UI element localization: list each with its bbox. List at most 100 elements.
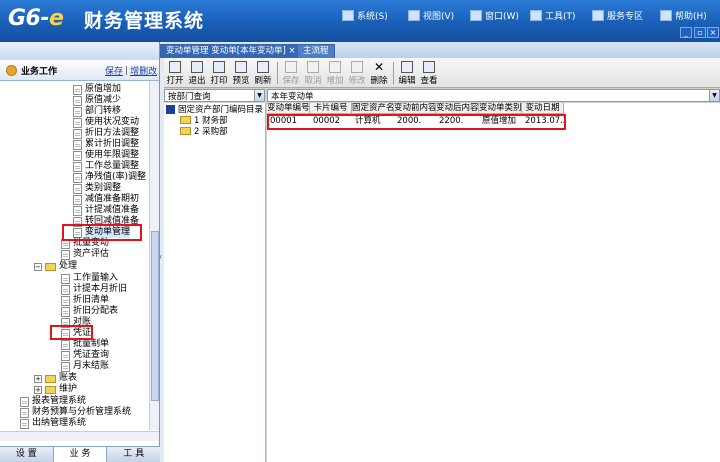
document-icon [20, 396, 29, 407]
tree-vertical-scrollbar[interactable] [149, 81, 159, 430]
workspace-header: 业务工作 保存 | 增删改 [0, 61, 159, 81]
expand-icon[interactable]: + [34, 385, 42, 394]
tree-item-report-system[interactable]: 报表管理系统 [20, 396, 86, 407]
column-header[interactable]: 变动单编号 [267, 103, 310, 114]
change-slip-table: 变动单编号 卡片编号 固定资产名称 变动前内容 变动后内容 变动单类别 变动日期… [267, 103, 720, 462]
document-icon [61, 350, 70, 361]
query-mode-select[interactable]: 按部门查询 ▼ [164, 89, 265, 102]
chevron-down-icon[interactable]: ▼ [709, 90, 719, 101]
tree-item-life-adjust[interactable]: 使用年限调整 [73, 150, 139, 161]
tree-item-batch-voucher[interactable]: 批量制单 [61, 339, 109, 350]
tab-main-flow[interactable]: 主流程 [297, 44, 335, 58]
document-icon [73, 84, 82, 95]
tree-folder-process[interactable]: − 处理 [34, 261, 77, 272]
tab-setup[interactable]: 设 置 [0, 447, 53, 462]
tree-item-acc-depr[interactable]: 累计折旧调整 [73, 139, 139, 150]
document-icon [73, 150, 82, 161]
tree-item-dept-transfer[interactable]: 部门转移 [73, 106, 121, 117]
chevron-down-icon[interactable]: ▼ [254, 90, 264, 101]
tab-business[interactable]: 业 务 [52, 447, 108, 462]
minimize-icon[interactable]: _ [680, 27, 692, 38]
tab-tools[interactable]: 工 具 [107, 447, 160, 462]
left-panel: 业务工作 保存 | 增删改 原值增加 原值减少 部门转移 使用状况变动 折旧方法… [0, 42, 160, 462]
refresh-button[interactable]: 刷新 [252, 61, 274, 87]
dept-tree-root[interactable]: 固定资产部门编码目录 [166, 104, 263, 115]
tree-item-workload-input[interactable]: 工作量输入 [61, 273, 118, 284]
left-panel-tabs: 设 置 业 务 工 具 [0, 446, 160, 462]
add-button[interactable]: 增加 [324, 61, 346, 87]
view-detail-button[interactable]: 查看 [418, 61, 440, 87]
document-icon [73, 183, 82, 194]
document-icon [73, 106, 82, 117]
menu-tools[interactable]: 工具(T) [530, 9, 576, 22]
tab-close-icon[interactable]: × [289, 46, 296, 56]
cancel-button[interactable]: 取消 [302, 61, 324, 87]
tree-item-depr-method[interactable]: 折旧方法调整 [73, 128, 139, 139]
delete-button[interactable]: ✕ 删除 [368, 61, 390, 87]
tree-folder-reports[interactable]: + 账表 [34, 373, 77, 384]
tree-horizontal-scrollbar[interactable] [0, 431, 159, 441]
app-title-bar: G6-e 财务管理系统 系统(S) 视图(V) 窗口(W) 工具(T) 服务专区… [0, 0, 720, 42]
highlight-row [267, 114, 566, 130]
tree-item-salvage-adjust[interactable]: 净残值(率)调整 [73, 172, 146, 183]
compose-button[interactable]: 编辑 [396, 61, 418, 87]
open-button[interactable]: 打开 [164, 61, 186, 87]
close-icon[interactable]: × [707, 27, 719, 38]
document-icon [73, 172, 82, 183]
column-header[interactable]: 变动单类别 [479, 103, 522, 114]
document-icon [61, 306, 70, 317]
folder-root-icon [166, 104, 175, 114]
exit-button[interactable]: 退出 [186, 61, 208, 87]
menu-window[interactable]: 窗口(W) [470, 9, 519, 22]
column-header[interactable]: 卡片编号 [310, 103, 352, 114]
dept-item-purchasing[interactable]: 2 采购部 [180, 126, 228, 137]
tree-item-voucher-query[interactable]: 凭证查询 [61, 350, 109, 361]
restore-icon[interactable]: ▫ [694, 27, 706, 38]
menu-system[interactable]: 系统(S) [342, 9, 388, 22]
save-link[interactable]: 保存 [105, 64, 123, 77]
menu-view[interactable]: 视图(V) [408, 9, 454, 22]
app-logo: G6-e [8, 6, 64, 31]
tree-item-cashier-system[interactable]: 出纳管理系统 [20, 418, 86, 429]
tree-item-asset-eval[interactable]: 资产评估 [61, 249, 109, 260]
tree-item-original-decrease[interactable]: 原值减少 [73, 95, 121, 106]
tree-item-depr-list[interactable]: 折旧清单 [61, 295, 109, 306]
tree-item-depr-alloc[interactable]: 折旧分配表 [61, 306, 118, 317]
collapse-icon[interactable]: − [34, 262, 42, 271]
tree-folder-maint[interactable]: + 维护 [34, 384, 77, 395]
tree-item-original-increase[interactable]: 原值增加 [73, 84, 121, 95]
preview-icon [235, 61, 247, 73]
tree-item-impair-open[interactable]: 减值准备期初 [73, 194, 139, 205]
app-title: 财务管理系统 [84, 10, 205, 32]
column-header[interactable]: 变动日期 [522, 103, 564, 114]
menu-help[interactable]: 帮助(H) [660, 9, 707, 22]
menu-service[interactable]: 服务专区 [592, 9, 643, 22]
scrollbar-thumb[interactable] [151, 231, 159, 401]
tree-item-workload-adjust[interactable]: 工作总量调整 [73, 161, 139, 172]
nav-tree: 原值增加 原值减少 部门转移 使用状况变动 折旧方法调整 累计折旧调整 使用年限… [0, 81, 149, 462]
tree-item-impair-accrue[interactable]: 计提减值准备 [73, 205, 139, 216]
tree-item-budget-system[interactable]: 财务预算与分析管理系统 [20, 407, 131, 418]
document-icon [73, 117, 82, 128]
open-icon [169, 61, 181, 73]
column-header[interactable]: 变动后内容 [436, 103, 479, 114]
column-header[interactable]: 变动前内容 [394, 103, 436, 114]
document-icon [20, 407, 29, 418]
print-button[interactable]: 打印 [208, 61, 230, 87]
tree-item-month-close[interactable]: 月末结账 [61, 361, 109, 372]
expand-icon[interactable]: + [34, 374, 42, 383]
preview-button[interactable]: 预览 [230, 61, 252, 87]
compose-icon [401, 61, 413, 73]
range-select[interactable]: 本年变动单 ▼ [267, 89, 720, 102]
folder-icon [180, 127, 191, 135]
add-delete-link[interactable]: 增删改 [130, 64, 157, 77]
column-header[interactable]: 固定资产名称 [352, 103, 394, 114]
tab-change-management[interactable]: 变动单管理 变动单[本年变动单] × [160, 44, 302, 58]
collapse-arrow-icon[interactable]: ‹ [159, 252, 162, 261]
tree-item-category-adjust[interactable]: 类别调整 [73, 183, 121, 194]
edit-button[interactable]: 修改 [346, 61, 368, 87]
dept-item-finance[interactable]: 1 财务部 [180, 115, 228, 126]
tree-item-monthly-depr[interactable]: 计提本月折旧 [61, 284, 127, 295]
tree-item-usage-change[interactable]: 使用状况变动 [73, 117, 139, 128]
save-button[interactable]: 保存 [280, 61, 302, 87]
